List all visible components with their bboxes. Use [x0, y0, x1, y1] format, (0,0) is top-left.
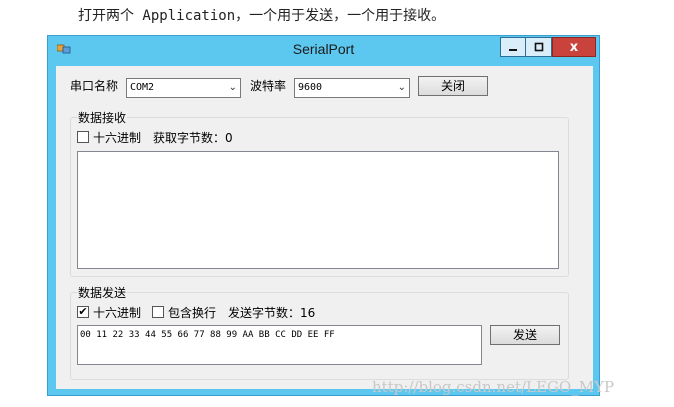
- newline-checkbox[interactable]: [152, 306, 164, 318]
- send-textarea[interactable]: 00 11 22 33 44 55 66 77 88 99 AA BB CC D…: [77, 325, 482, 365]
- chevron-down-icon: ⌄: [397, 82, 406, 93]
- baud-value: 9600: [298, 82, 323, 93]
- minimize-icon: [509, 49, 517, 51]
- watermark-text: http://blog.csdn.net/LEGO_MYP: [372, 378, 615, 396]
- newline-label: 包含换行: [168, 306, 217, 320]
- baud-label: 波特率: [250, 79, 287, 93]
- receive-group-title: 数据接收: [77, 109, 128, 126]
- close-port-button[interactable]: 关闭: [418, 76, 488, 96]
- maximize-icon: [534, 42, 543, 52]
- receive-hex-checkbox[interactable]: [77, 131, 89, 143]
- send-hex-label: 十六进制: [93, 306, 142, 320]
- chevron-down-icon: ⌄: [228, 82, 237, 93]
- maximize-button[interactable]: [526, 37, 552, 57]
- port-select[interactable]: COM2 ⌄: [126, 78, 241, 98]
- send-group-title: 数据发送: [77, 284, 128, 301]
- title-bar[interactable]: SerialPort x: [48, 36, 599, 64]
- caption-text: 打开两个 Application，一个用于发送，一个用于接收。: [78, 8, 446, 24]
- close-window-button[interactable]: x: [552, 37, 596, 57]
- client-area: 串口名称 COM2 ⌄ 波特率 9600 ⌄ 关闭 数据接收 十六进制 获取字节…: [56, 66, 593, 389]
- port-value: COM2: [130, 82, 155, 93]
- send-bytes-count: 发送字节数：16: [228, 306, 316, 320]
- send-content: 00 11 22 33 44 55 66 77 88 99 AA BB CC D…: [80, 330, 335, 340]
- baud-select[interactable]: 9600 ⌄: [294, 78, 410, 98]
- port-label: 串口名称: [70, 79, 119, 93]
- minimize-button[interactable]: [500, 37, 526, 57]
- send-button[interactable]: 发送: [490, 325, 560, 345]
- receive-bytes-count: 获取字节数：0: [153, 131, 233, 145]
- send-hex-checkbox[interactable]: ✔: [77, 306, 89, 318]
- receive-textarea[interactable]: [77, 151, 559, 269]
- serialport-window: SerialPort x 串口名称 COM2 ⌄ 波特率 9600 ⌄ 关闭 数…: [47, 35, 600, 396]
- close-icon: x: [569, 39, 579, 55]
- receive-hex-label: 十六进制: [93, 131, 142, 145]
